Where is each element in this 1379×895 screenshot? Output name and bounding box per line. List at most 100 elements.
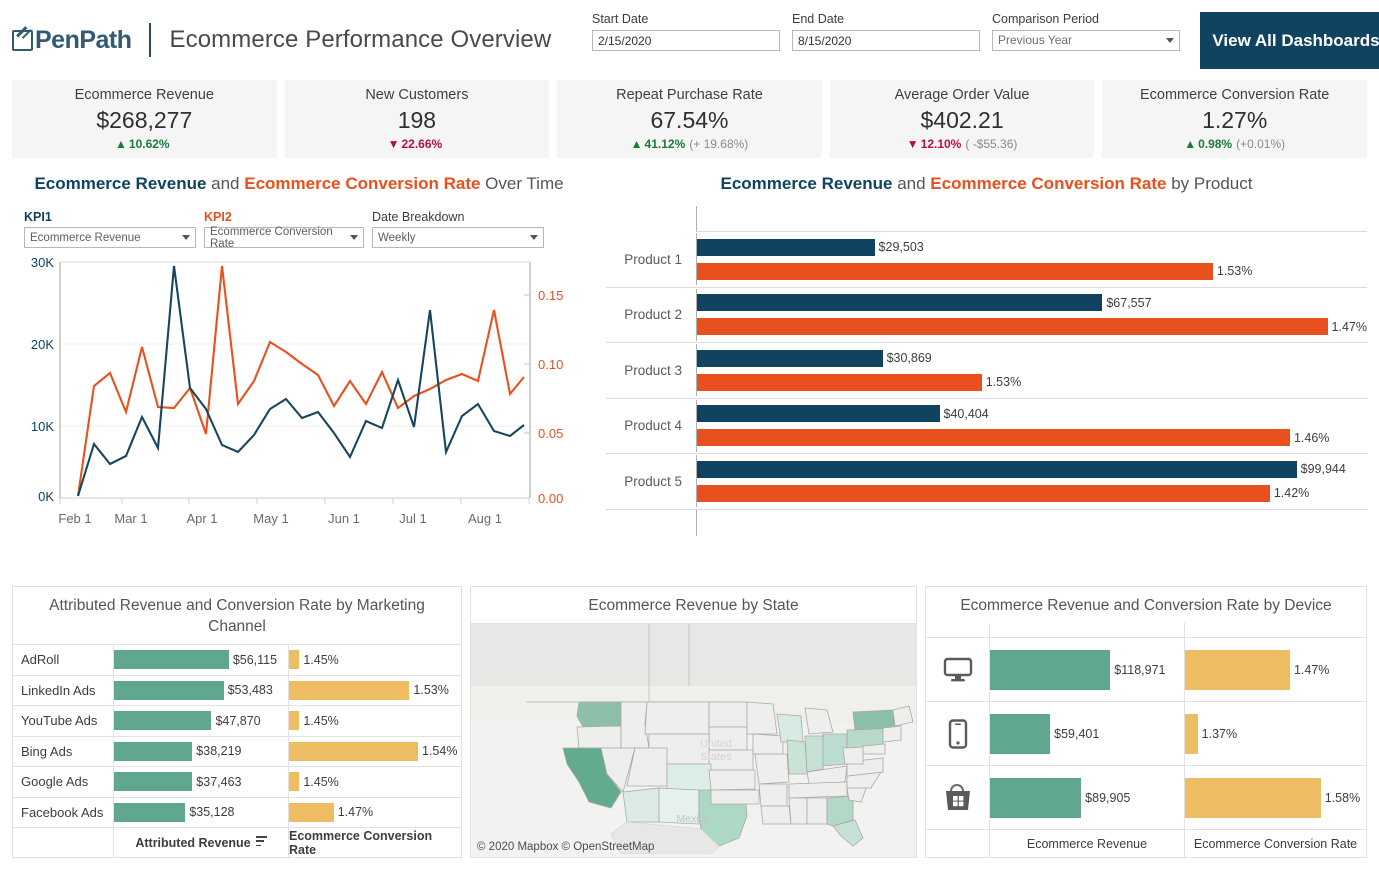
header-cvr-col — [1184, 623, 1366, 637]
revenue-bar — [114, 650, 229, 669]
trend-down-icon: ▼ — [388, 135, 400, 153]
revenue-bar-label: $30,869 — [887, 351, 932, 365]
comparison-period-control: Comparison Period Previous Year — [992, 12, 1180, 51]
kpi-card-ecommerce-revenue[interactable]: Ecommerce Revenue $268,277 ▲ 10.62% — [12, 80, 277, 158]
start-date-input[interactable] — [592, 30, 780, 51]
table-row[interactable]: Facebook Ads $35,128 1.47% — [13, 797, 461, 828]
bottom-row: Attributed Revenue and Conversion Rate b… — [0, 586, 1379, 858]
table-row[interactable]: Product 2 $67,557 1.47% — [606, 288, 1367, 344]
date-breakdown-control: Date Breakdown Weekly — [372, 210, 544, 248]
table-row[interactable]: Bing Ads $38,219 1.54% — [13, 736, 461, 767]
xtick-jul: Jul 1 — [399, 511, 426, 526]
footer-device-revenue[interactable]: Ecommerce Revenue — [989, 830, 1184, 857]
product-label: Product 1 — [606, 252, 696, 267]
attributed-revenue-cell: $38,219 — [113, 737, 288, 767]
date-breakdown-select[interactable]: Weekly — [372, 227, 544, 248]
revenue-bar-label: $29,503 — [879, 240, 924, 254]
kpi2-select[interactable]: Ecommerce Conversion Rate — [204, 227, 364, 248]
revenue-bar — [114, 742, 192, 761]
cvr-bar-line: 1.53% — [697, 372, 1367, 392]
kpi-card-repeat-purchase-rate[interactable]: Repeat Purchase Rate 67.54% ▲ 41.12% (+ … — [557, 80, 822, 158]
revenue-bar-line: $67,557 — [697, 293, 1367, 313]
xtick-apr: Apr 1 — [186, 511, 217, 526]
page-title: Ecommerce Performance Overview — [170, 26, 552, 54]
cvr-bar — [697, 263, 1213, 280]
table-row[interactable]: $118,971 1.47% — [926, 637, 1366, 701]
footer-conversion-rate[interactable]: Ecommerce Conversion Rate — [288, 828, 461, 857]
channel-label: Facebook Ads — [13, 798, 113, 828]
table-row[interactable]: $89,905 1.58% — [926, 765, 1366, 829]
end-date-input[interactable] — [792, 30, 980, 51]
kpi-delta: ▼ 12.10% ( -$55.36) — [907, 135, 1018, 153]
footer-attributed-revenue[interactable]: Attributed Revenue — [113, 828, 288, 857]
map-canvas[interactable]: Mexico United States © 2020 Mapbox © Ope… — [471, 623, 916, 857]
footer-device-cvr[interactable]: Ecommerce Conversion Rate — [1184, 830, 1366, 857]
table-row[interactable]: YouTube Ads $47,870 1.45% — [13, 705, 461, 736]
table-row[interactable]: Google Ads $37,463 1.45% — [13, 766, 461, 797]
trend-down-icon: ▼ — [907, 135, 919, 153]
product-bars: $29,503 1.53% — [696, 233, 1367, 285]
timeseries-title-and: and — [206, 174, 244, 193]
product-chart-footer — [606, 510, 1367, 536]
table-row[interactable]: AdRoll $56,115 1.45% — [13, 644, 461, 675]
timeseries-title-kpi2: Ecommerce Conversion Rate — [244, 174, 480, 193]
kpi1-select[interactable]: Ecommerce Revenue — [24, 227, 196, 248]
cvr-bar — [289, 772, 299, 791]
table-row[interactable]: Product 1 $29,503 1.53% — [606, 232, 1367, 288]
timeseries-svg: 30K 20K 10K 0K 0.15 0.10 0.05 0.00 — [12, 254, 578, 529]
xtick-mar: Mar 1 — [114, 511, 147, 526]
view-all-dashboards-button[interactable]: View All Dashboards — [1200, 12, 1379, 69]
svg-text:10K: 10K — [31, 419, 54, 434]
footer-device-revenue-label: Ecommerce Revenue — [1027, 837, 1147, 851]
revenue-bar-line: $30,869 — [697, 348, 1367, 368]
sort-descending-icon[interactable] — [256, 836, 267, 849]
revenue-bar-label: $99,944 — [1301, 462, 1346, 476]
cvr-bar-label: 1.45% — [303, 714, 338, 728]
kpi-delta: ▼ 22.66% — [388, 135, 447, 153]
mid-row: Ecommerce Revenue and Ecommerce Conversi… — [0, 172, 1379, 572]
table-row[interactable]: $59,401 1.37% — [926, 701, 1366, 765]
cvr-bar-label: 1.53% — [1217, 264, 1252, 278]
app-store-icon-svg — [942, 783, 974, 813]
table-row[interactable]: Product 5 $99,944 1.42% — [606, 454, 1367, 510]
revenue-bar — [697, 239, 875, 256]
kpi-card-average-order-value[interactable]: Average Order Value $402.21 ▼ 12.10% ( -… — [830, 80, 1095, 158]
product-chart[interactable]: Product 1 $29,503 1.53% Product 2 — [606, 206, 1367, 536]
map-label-mexico: Mexico — [676, 813, 709, 825]
conversion-rate-cell: 1.47% — [288, 798, 461, 828]
desktop-icon-svg — [943, 657, 973, 683]
kpi1-value: Ecommerce Revenue — [30, 232, 141, 244]
device-title: Ecommerce Revenue and Conversion Rate by… — [926, 587, 1366, 623]
table-row[interactable]: LinkedIn Ads $53,483 1.53% — [13, 675, 461, 706]
revenue-bar-label: $59,401 — [1054, 727, 1099, 741]
revenue-bar — [697, 350, 883, 367]
device-title-suffix: by Device — [1259, 597, 1331, 614]
device-table: $118,971 1.47% $59,401 — [926, 623, 1366, 857]
cvr-bar-label: 1.45% — [303, 775, 338, 789]
comparison-period-value: Previous Year — [998, 31, 1072, 50]
product-chart-axis-bottom — [696, 510, 1367, 536]
device-cvr-cell: 1.37% — [1184, 702, 1366, 765]
revenue-bar — [990, 778, 1081, 818]
revenue-bar — [114, 772, 192, 791]
kpi-card-new-customers[interactable]: New Customers 198 ▼ 22.66% — [285, 80, 550, 158]
table-row[interactable]: Product 4 $40,404 1.46% — [606, 399, 1367, 455]
kpi-title: Average Order Value — [895, 85, 1030, 105]
comparison-period-select[interactable]: Previous Year — [992, 30, 1180, 51]
kpi-card-ecommerce-conversion-rate[interactable]: Ecommerce Conversion Rate 1.27% ▲ 0.98% … — [1102, 80, 1367, 158]
product-title-suffix: by Product — [1167, 174, 1253, 193]
chevron-down-icon — [530, 235, 538, 240]
chevron-down-icon — [1166, 38, 1174, 43]
cvr-bar-label: 1.42% — [1274, 486, 1309, 500]
product-bars: $30,869 1.53% — [696, 344, 1367, 396]
cvr-bar — [289, 742, 418, 761]
xtick-jun: Jun 1 — [328, 511, 360, 526]
kpi-delta: ▲ 0.98% (+0.01%) — [1184, 135, 1285, 153]
product-chart-axis — [696, 206, 1367, 232]
marketing-channel-panel: Attributed Revenue and Conversion Rate b… — [12, 586, 462, 858]
revenue-bar — [114, 681, 224, 700]
timeseries-selectors: KPI1 Ecommerce Revenue KPI2 Ecommerce Co… — [12, 210, 586, 248]
timeseries-plot[interactable]: 30K 20K 10K 0K 0.15 0.10 0.05 0.00 — [12, 254, 586, 534]
table-row[interactable]: Product 3 $30,869 1.53% — [606, 343, 1367, 399]
kpi-delta-sub: (+ 19.68%) — [689, 135, 748, 153]
